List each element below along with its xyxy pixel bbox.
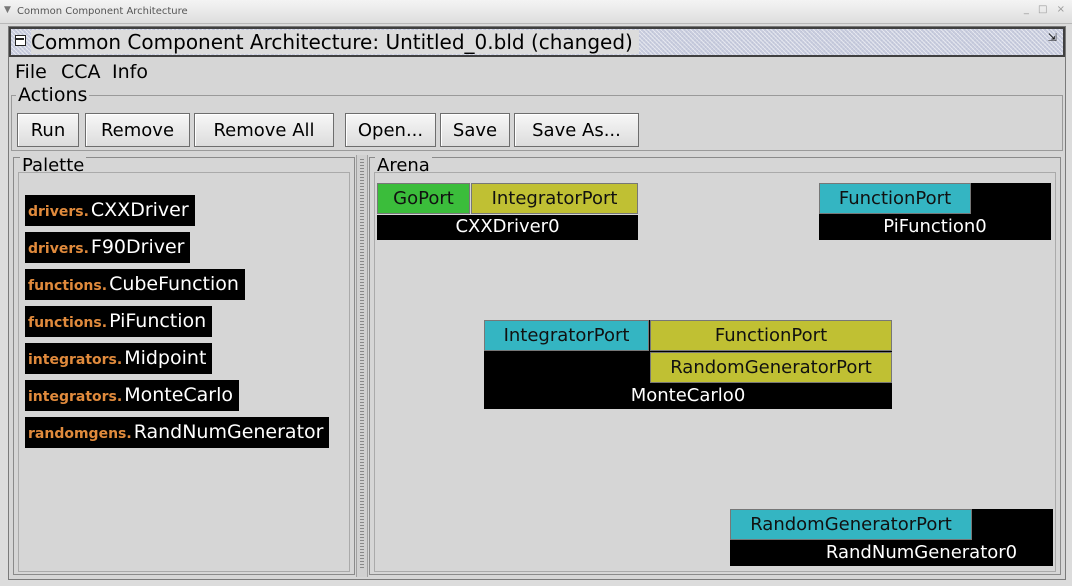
component-cxxdriver0[interactable]: GoPort IntegratorPort CXXDriver0 [377,183,638,240]
palette-item-name: RandNumGenerator [133,421,324,443]
palette-item-f90driver[interactable]: drivers. F90Driver [25,232,191,263]
window-menu-icon[interactable] [15,35,26,46]
arena-panel: Arena GoPort IntegratorPort CXXDriver0 F… [369,156,1061,575]
application-frame: Common Component Architecture: Untitled_… [8,26,1066,580]
palette-item-name: PiFunction [109,310,207,332]
app-titlebar[interactable]: Common Component Architecture: Untitled_… [9,27,1065,57]
menu-cca[interactable]: CCA [61,61,101,83]
function-port-provides[interactable]: FunctionPort [819,183,971,214]
function-port-uses[interactable]: FunctionPort [650,320,892,351]
palette-item-package: drivers. [28,204,89,220]
open-button[interactable]: Open... [345,113,436,147]
palette-item-name: MonteCarlo [124,384,234,406]
actions-legend: Actions [16,84,90,106]
palette-item-midpoint[interactable]: integrators. Midpoint [25,343,213,374]
palette-item-name: F90Driver [90,236,185,258]
palette-item-randnumgenerator[interactable]: randomgens. RandNumGenerator [25,417,330,448]
component-name: RandNumGenerator0 [825,542,1018,563]
menu-file[interactable]: File [15,61,47,83]
go-port[interactable]: GoPort [377,183,470,214]
restore-icon[interactable]: ⇲ [1048,31,1057,44]
remove-button[interactable]: Remove [85,113,190,147]
actions-group: Actions Run Remove Remove All Open... Sa… [11,84,1063,151]
palette-item-cxxdriver[interactable]: drivers. CXXDriver [25,195,195,226]
palette-panel: Palette drivers. CXXDriver drivers. F90Dri… [13,156,355,575]
random-generator-port-uses[interactable]: RandomGeneratorPort [650,352,892,383]
window-controls[interactable]: _ □ × [1024,4,1068,15]
palette-item-cubefunction[interactable]: functions. CubeFunction [25,269,245,300]
palette-item-montecarlo[interactable]: integrators. MonteCarlo [25,380,240,411]
chevron-down-icon[interactable]: ▼ [4,5,11,15]
component-pifunction0[interactable]: FunctionPort PiFunction0 [819,183,1051,240]
window-titlebar[interactable]: ▼ Common Component Architecture _ □ × [0,0,1072,24]
palette-item-package: integrators. [28,352,123,368]
component-randnumgenerator0[interactable]: RandomGeneratorPort RandNumGenerator0 [730,509,1053,566]
menu-info[interactable]: Info [112,61,148,83]
palette-list: drivers. CXXDriver drivers. F90Driver func… [18,172,350,572]
palette-item-package: randomgens. [28,426,132,442]
palette-item-package: integrators. [28,389,123,405]
component-name: PiFunction0 [883,216,987,237]
divider-grip-icon[interactable] [360,159,364,569]
palette-item-pifunction[interactable]: functions. PiFunction [25,306,213,337]
split-pane: Palette drivers. CXXDriver drivers. F90Dri… [13,155,1061,577]
save-as-button[interactable]: Save As... [514,113,639,147]
arena-canvas[interactable]: GoPort IntegratorPort CXXDriver0 Functio… [374,172,1056,572]
remove-all-button[interactable]: Remove All [194,113,334,147]
palette-item-name: Midpoint [124,347,207,369]
random-generator-port-provides[interactable]: RandomGeneratorPort [730,509,972,540]
menu-bar: File CCA Info [9,59,1065,85]
palette-item-package: drivers. [28,241,89,257]
integrator-port-provides[interactable]: IntegratorPort [484,320,649,351]
run-button[interactable]: Run [17,113,79,147]
component-montecarlo0[interactable]: IntegratorPort FunctionPort RandomGenera… [484,320,892,409]
palette-item-name: CubeFunction [109,273,239,295]
component-name: MonteCarlo0 [630,385,746,406]
integrator-port-uses[interactable]: IntegratorPort [471,183,638,214]
palette-item-package: functions. [28,278,108,294]
component-name: CXXDriver0 [455,216,560,237]
palette-item-name: CXXDriver [90,199,189,221]
palette-item-package: functions. [28,315,108,331]
window-title: Common Component Architecture [17,6,188,17]
split-divider[interactable] [356,155,368,577]
save-button[interactable]: Save [440,113,510,147]
app-title: Common Component Architecture: Untitled_… [31,30,639,54]
